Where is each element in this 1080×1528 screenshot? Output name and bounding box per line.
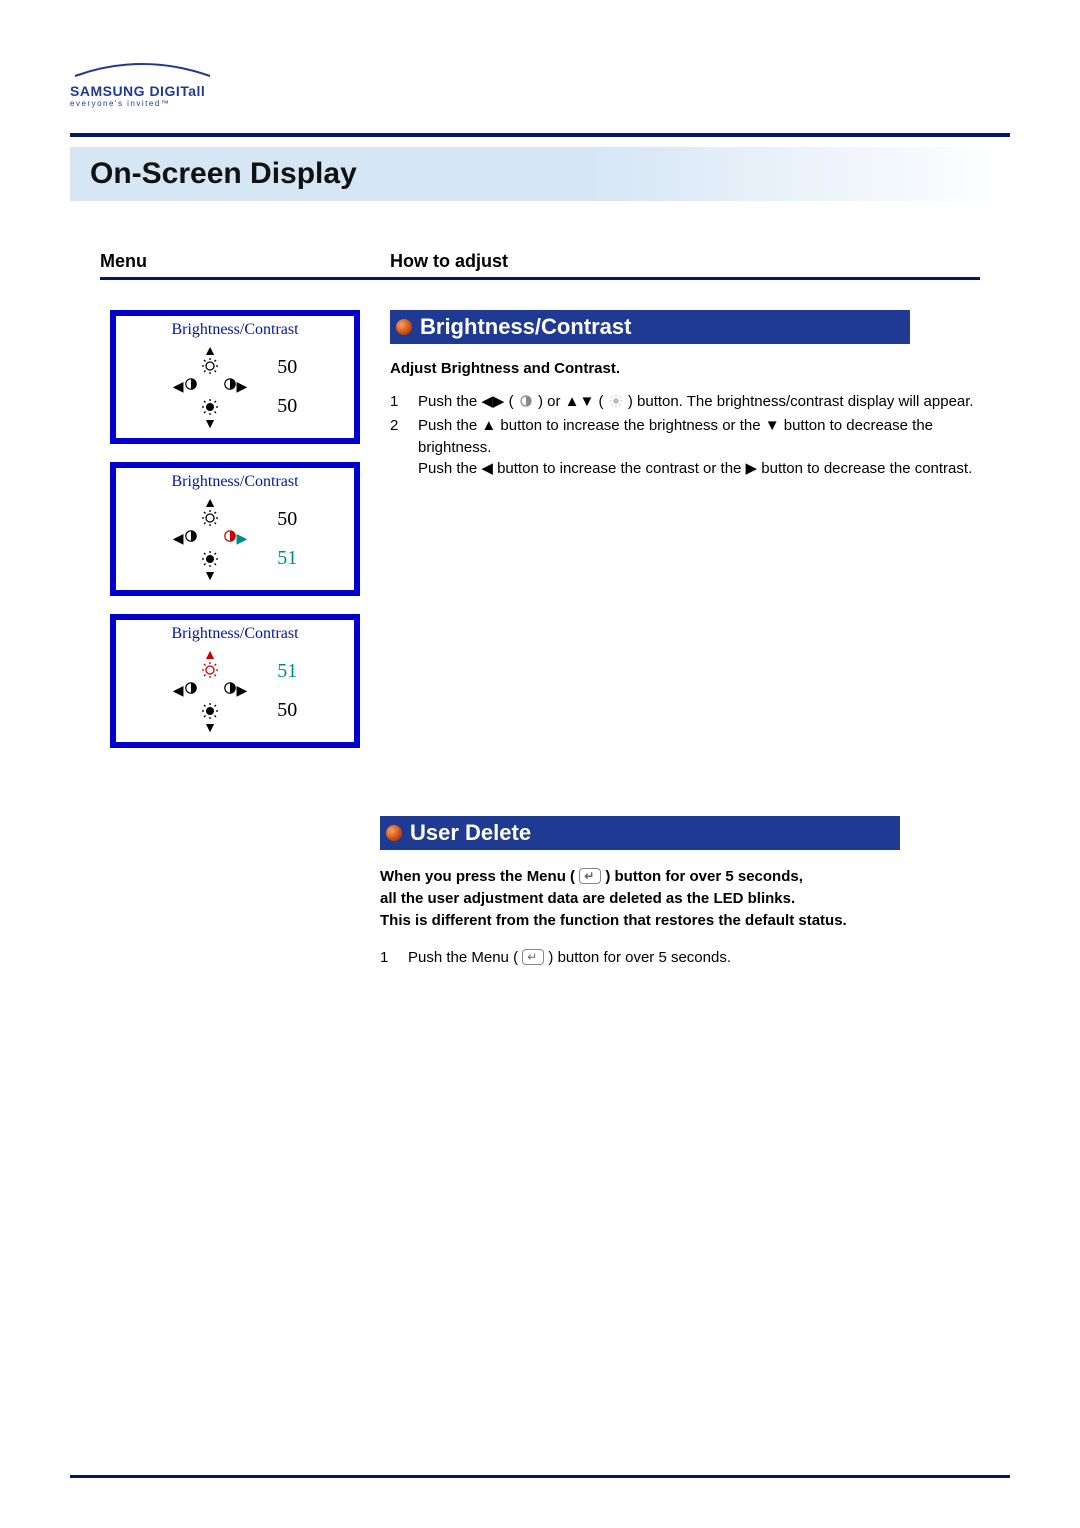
arrow-down-icon: ▼ [201,702,219,734]
osd-panel-title: Brightness/Contrast [124,321,346,339]
step-text: ) button for over 5 seconds. [548,949,731,966]
contrast-icon [184,377,198,391]
brightness-full-icon [201,702,219,720]
step-number: 1 [380,947,394,969]
column-header-menu: Menu [100,251,390,272]
contrast-icon [184,681,198,695]
section-title: User Delete [410,820,531,846]
instruction-list: 1 Push the Menu ( ) button for over 5 se… [380,947,1000,969]
section-header-userdelete: User Delete [380,816,900,850]
step-text: Push the ◀ button to increase the contra… [418,460,972,477]
arrow-left-combo: ◀ [173,529,198,548]
step-text: ) button. The brightness/contrast displa… [628,393,974,410]
arrow-down-icon: ▼ [201,550,219,582]
instruction-step: 1 Push the Menu ( ) button for over 5 se… [380,947,1000,969]
arrow-up-icon: ▲ [201,495,219,527]
osd-value-bottom: 50 [257,395,297,418]
osd-panel-2: Brightness/Contrast ▲ ◀ ▶ ▼ [110,462,360,596]
arrow-right-combo: ▶ [223,681,248,700]
column-headers: Menu How to adjust [100,251,980,280]
osd-panel-3: Brightness/Contrast ▲ ◀ ▶ ▼ [110,614,360,748]
osd-value-top: 51 [257,660,297,683]
page-title: On-Screen Display [90,157,357,190]
step-number: 2 [390,415,404,480]
instruction-step: 2 Push the ▲ button to increase the brig… [390,415,1000,480]
menu-button-icon [522,949,544,965]
osd-value-top: 50 [257,508,297,531]
brand-logo: SAMSUNG DIGITall everyone's invited™ [70,60,1010,108]
arrow-down-icon: ▼ [201,398,219,430]
instruction-list: 1 Push the ◀▶ ( ) or ▲▼ ( ) button. The … [390,391,1000,480]
contrast-icon [223,529,237,543]
brand-tagline: everyone's invited™ [70,99,1010,108]
top-rule [70,133,1010,137]
menu-button-icon [579,868,601,884]
bottom-rule [70,1475,1010,1478]
contrast-icon [518,394,534,408]
step-number: 1 [390,391,404,413]
bullet-icon [396,319,412,335]
brightness-icon [201,509,219,527]
step-text: Push the ▲ button to increase the bright… [418,417,933,456]
arrow-right-combo: ▶ [223,529,248,548]
bullet-icon [386,825,402,841]
brightness-full-icon [201,398,219,416]
section-subtitle: Adjust Brightness and Contrast. [390,360,1000,377]
brightness-icon [201,357,219,375]
brightness-icon [201,661,219,679]
section-intro: When you press the Menu ( ) button for o… [380,866,1000,931]
menu-preview-column: Brightness/Contrast ▲ ◀ ▶ ▼ [80,310,390,766]
osd-panel-1: Brightness/Contrast ▲ ◀ ▶ ▼ [110,310,360,444]
arrow-left-combo: ◀ [173,681,198,700]
step-text: Push the ◀▶ ( [418,393,514,410]
contrast-icon [223,681,237,695]
section-title: Brightness/Contrast [420,314,631,340]
osd-value-top: 50 [257,356,297,379]
section-header-brightness: Brightness/Contrast [390,310,910,344]
osd-value-bottom: 51 [257,547,297,570]
arrow-up-icon: ▲ [201,647,219,679]
brightness-icon [608,394,624,408]
title-bar: On-Screen Display [70,147,1010,201]
brand-name: SAMSUNG DIGITall [70,83,1010,99]
brightness-full-icon [201,550,219,568]
contrast-icon [223,377,237,391]
osd-value-bottom: 50 [257,699,297,722]
arrow-up-icon: ▲ [201,343,219,375]
contrast-icon [184,529,198,543]
arrow-right-combo: ▶ [223,377,248,396]
arrow-left-combo: ◀ [173,377,198,396]
step-text: ) or ▲▼ ( [538,393,604,410]
osd-panel-title: Brightness/Contrast [124,625,346,643]
column-header-howto: How to adjust [390,251,508,272]
instruction-step: 1 Push the ◀▶ ( ) or ▲▼ ( ) button. The … [390,391,1000,413]
step-text: Push the Menu ( [408,949,518,966]
osd-panel-title: Brightness/Contrast [124,473,346,491]
